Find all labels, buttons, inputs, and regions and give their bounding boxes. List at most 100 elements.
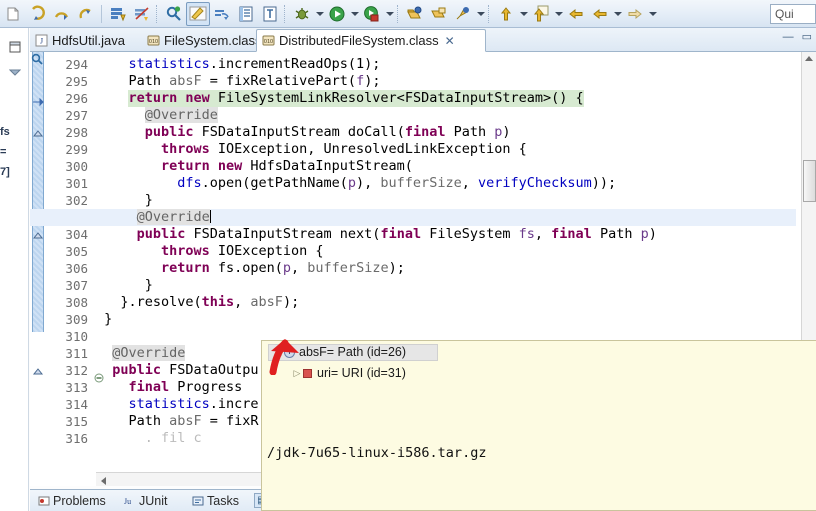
code-line[interactable]: public FSDataInputStream doCall(final Pa… — [145, 124, 511, 141]
code-token: ) — [502, 124, 511, 140]
code-line[interactable]: public FSDataOutpu — [112, 362, 258, 379]
coverage-dropdown-arrow-icon[interactable] — [384, 2, 395, 26]
next-annotation-icon[interactable] — [210, 2, 234, 26]
new-wizard-icon[interactable] — [2, 2, 26, 26]
code-token: .incrementReadOps(1); — [209, 56, 381, 72]
line-number: 300 — [65, 159, 88, 174]
close-icon[interactable]: ✕ — [445, 34, 455, 48]
code-line[interactable]: } — [145, 277, 153, 294]
code-token: throws — [160, 141, 210, 157]
line-number: 309 — [65, 312, 88, 327]
next-edit-dropdown-arrow-icon[interactable] — [553, 2, 564, 26]
debug-step-return-icon[interactable] — [74, 2, 98, 26]
code-line[interactable]: statistics.incrementReadOps(1); — [128, 56, 380, 73]
code-token: IOException, UnresolvedLinkException { — [209, 141, 527, 157]
code-line[interactable]: throws IOException { — [161, 243, 324, 260]
next-edit-icon[interactable] — [529, 2, 553, 26]
code-line[interactable]: Path absF = fixR — [128, 413, 258, 430]
editor-tab-filesystem-class[interactable]: 010 FileSystem.class — [142, 29, 262, 52]
bottom-tab-label: Tasks — [207, 494, 239, 508]
debug-step-over-icon[interactable] — [50, 2, 74, 26]
run-dropdown-arrow-icon[interactable] — [349, 2, 360, 26]
previous-edit-icon[interactable] — [494, 2, 518, 26]
debug-step-into-icon[interactable] — [26, 2, 50, 26]
code-token: HdfsDataInputStream( — [242, 158, 413, 174]
code-line[interactable]: . fil c — [145, 430, 202, 447]
code-line[interactable]: } — [145, 192, 153, 209]
debug-current-frame-icon — [31, 53, 44, 71]
save-all-icon[interactable] — [106, 2, 130, 26]
code-line[interactable]: Path absF = fixRelativePart(f); — [128, 73, 380, 90]
new-java-dropdown-arrow-icon[interactable] — [475, 2, 486, 26]
rail-expand-button[interactable] — [0, 62, 29, 84]
line-number: 316 — [65, 431, 88, 446]
scroll-up-arrow-icon[interactable] — [805, 56, 813, 61]
run-coverage-icon[interactable] — [360, 2, 384, 26]
external-tools-icon[interactable] — [403, 2, 427, 26]
code-line[interactable]: return new HdfsDataInputStream( — [161, 158, 413, 175]
svg-text:J: J — [40, 37, 43, 46]
code-token: . fil c — [144, 430, 202, 446]
code-line[interactable]: return fs.open(p, bufferSize); — [161, 260, 405, 277]
restore-perspective-button[interactable] — [0, 36, 29, 58]
vertical-scroll-thumb[interactable] — [803, 160, 816, 202]
toggle-breadcrumb-icon[interactable] — [258, 2, 282, 26]
skip-breakpoints-icon[interactable] — [130, 2, 154, 26]
debug-icon[interactable] — [290, 2, 314, 26]
marker-gutter[interactable] — [30, 52, 46, 486]
code-line[interactable]: } — [104, 311, 112, 328]
code-token: = fixR — [201, 413, 259, 429]
search-icon[interactable] — [162, 2, 186, 26]
line-number: 296 — [65, 91, 88, 106]
code-line[interactable]: return new FileSystemLinkResolver<FSData… — [128, 90, 584, 107]
code-line[interactable]: }.resolve(this, absF); — [120, 294, 299, 311]
run-icon[interactable] — [325, 2, 349, 26]
bottom-tab-tasks[interactable]: Tasks — [192, 494, 239, 508]
scroll-left-arrow-icon[interactable] — [101, 477, 106, 485]
maximize-editor-button[interactable]: ▭ — [802, 32, 812, 43]
back-dropdown-arrow-icon[interactable] — [612, 2, 623, 26]
previous-edit-dropdown-arrow-icon[interactable] — [518, 2, 529, 26]
editor-tab-distributedfilesystem-class[interactable]: 010 DistributedFileSystem.class ✕ — [256, 29, 486, 52]
toolbar-dot-separator-3 — [397, 4, 401, 23]
text-caret — [209, 210, 211, 223]
line-number: 315 — [65, 414, 88, 429]
back-history-icon[interactable] — [588, 2, 612, 26]
problems-icon — [38, 495, 50, 507]
code-line[interactable]: public FSDataInputStream next(final File… — [137, 226, 657, 243]
code-token: absF — [169, 413, 202, 429]
open-task-icon[interactable] — [234, 2, 258, 26]
editor-tab-hdfsutil-java[interactable]: J HdfsUtil.java — [30, 29, 142, 52]
quick-access-input[interactable]: Qui — [770, 4, 816, 24]
code-token: FSDataInputStream next( — [185, 226, 381, 242]
code-line[interactable]: final Progress — [128, 379, 242, 396]
open-type-icon[interactable] — [427, 2, 451, 26]
code-token: Progress — [169, 379, 243, 395]
code-line[interactable]: @Override — [112, 345, 186, 362]
code-token: ); — [388, 260, 405, 276]
bottom-tab-junit[interactable]: Ju JUnit — [124, 494, 167, 508]
background-text-fragment-2: = — [0, 146, 7, 158]
forward-icon[interactable] — [623, 2, 647, 26]
toggle-mark-occurrences-icon[interactable] — [186, 1, 210, 26]
code-line[interactable]: throws IOException, UnresolvedLinkExcept… — [161, 141, 527, 158]
back-icon[interactable] — [564, 2, 588, 26]
code-token: , — [234, 294, 251, 310]
debug-variable-hover-popup[interactable]: ◢ absF= Path (id=26) ▷ uri= URI (id=31) /jd… — [261, 340, 816, 511]
code-line[interactable]: @Override — [136, 209, 211, 226]
forward-dropdown-arrow-icon[interactable] — [647, 2, 658, 26]
minimize-editor-button[interactable]: — — [783, 32, 794, 43]
line-number: 310 — [65, 329, 88, 344]
editor-tab-label: FileSystem.class — [164, 33, 262, 48]
code-token: Path — [445, 124, 495, 140]
code-line[interactable]: statistics.incre — [128, 396, 258, 413]
code-line[interactable]: dfs.open(getPathName(p), bufferSize, ver… — [177, 175, 616, 192]
code-token: bufferSize — [380, 175, 462, 191]
code-token: , — [461, 175, 478, 191]
code-line[interactable]: @Override — [144, 107, 218, 124]
line-number: 305 — [65, 244, 88, 259]
debug-dropdown-arrow-icon[interactable] — [314, 2, 325, 26]
line-number: 306 — [65, 261, 88, 276]
new-java-project-icon[interactable] — [451, 2, 475, 26]
bottom-tab-problems[interactable]: Problems — [38, 494, 106, 508]
